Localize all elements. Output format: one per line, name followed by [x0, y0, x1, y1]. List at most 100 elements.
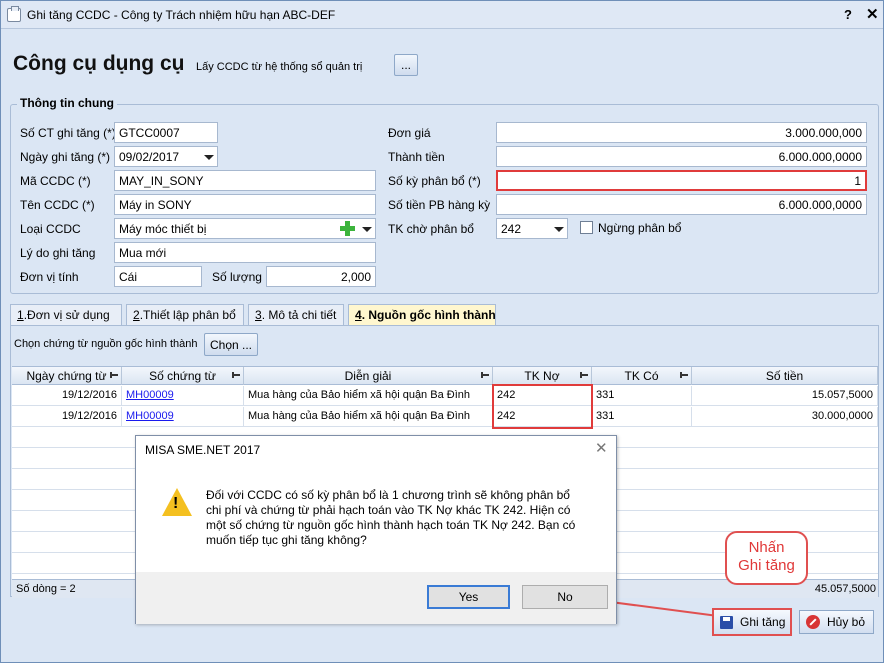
choose-origin-label: Chọn chứng từ nguồn gốc hình thành [14, 338, 198, 350]
tab-nguon-goc-hinh-thanh[interactable]: 4. Nguồn gốc hình thành [348, 304, 496, 326]
col-ngay-chung-tu-label: Ngày chứng từ [26, 369, 107, 383]
don-gia-input[interactable]: 3.000.000,000 [496, 122, 867, 143]
loai-ccdc-select[interactable]: Máy móc thiết bị [114, 218, 376, 239]
row-doc-cell: MH00009 [122, 386, 244, 406]
pin-icon[interactable] [680, 372, 688, 378]
general-info-title: Thông tin chung [17, 96, 117, 110]
grid-header: Ngày chứng từ Số chứng từ Diễn giải TK N… [12, 367, 878, 385]
calendar-dropdown-icon[interactable] [201, 148, 216, 165]
floppy-disk-icon [720, 616, 733, 629]
so-tien-pb-input[interactable]: 6.000.000,0000 [496, 194, 867, 215]
warning-icon: ! [162, 488, 192, 516]
no-button[interactable]: No [522, 585, 608, 609]
pin-icon[interactable] [481, 372, 489, 378]
so-ct-label: Số CT ghi tăng (*) [20, 126, 116, 140]
cancel-label: Hủy bỏ [827, 615, 866, 629]
tk-cho-phan-bo-select[interactable]: 242 [496, 218, 568, 239]
total-amount: 45.057,5000 [814, 583, 876, 595]
import-label: Lấy CCDC từ hệ thống sổ quản trị [196, 61, 363, 73]
so-ct-input[interactable]: GTCC0007 [114, 122, 218, 143]
tab-2-label: .Thiết lập phân bổ [139, 308, 236, 322]
ngung-phan-bo-checkbox[interactable] [580, 221, 593, 234]
don-vi-tinh-label: Đơn vị tính [20, 270, 79, 284]
table-row[interactable]: 19/12/2016 MH00009 Mua hàng của Bảo hiểm… [12, 386, 878, 406]
row-date: 19/12/2016 [12, 407, 122, 427]
pin-icon[interactable] [110, 372, 118, 378]
pin-icon[interactable] [232, 372, 240, 378]
thanh-tien-label: Thành tiền [388, 150, 445, 164]
pin-icon[interactable] [580, 372, 588, 378]
main-window: Ghi tăng CCDC - Công ty Trách nhiệm hữu … [0, 0, 884, 663]
row-desc: Mua hàng của Bảo hiểm xã hội quận Ba Đìn… [244, 386, 493, 406]
row-date: 19/12/2016 [12, 386, 122, 406]
confirm-dialog: MISA SME.NET 2017 ✕ ! Đối với CCDC có số… [135, 435, 617, 624]
add-icon[interactable] [340, 221, 355, 236]
tab-thiet-lap-phan-bo[interactable]: 2.Thiết lập phân bổ [126, 304, 244, 325]
row-count: Số dòng = 2 [16, 583, 76, 595]
dialog-button-bar: Yes No [136, 572, 616, 624]
ma-ccdc-input[interactable]: MAY_IN_SONY [114, 170, 376, 191]
chevron-down-icon[interactable] [359, 220, 374, 237]
dialog-title: MISA SME.NET 2017 [145, 443, 261, 457]
choose-origin-button[interactable]: Chọn ... [204, 333, 258, 356]
ly-do-label: Lý do ghi tăng [20, 246, 96, 260]
ngay-ghi-tang-input[interactable]: 09/02/2017 [114, 146, 218, 167]
don-gia-label: Đơn giá [388, 126, 431, 140]
col-dien-giai-label: Diễn giải [344, 369, 392, 383]
window-title: Ghi tăng CCDC - Công ty Trách nhiệm hữu … [27, 8, 336, 22]
col-so-chung-tu[interactable]: Số chứng từ [122, 367, 244, 385]
callout-line-2: Ghi tăng [738, 557, 795, 574]
so-luong-input[interactable]: 2,000 [266, 266, 376, 287]
so-ky-phan-bo-input[interactable]: 1 [496, 170, 867, 191]
ten-ccdc-input[interactable]: Máy in SONY [114, 194, 376, 215]
don-vi-tinh-input[interactable]: Cái [114, 266, 202, 287]
so-luong-label: Số lượng [212, 270, 262, 284]
tab-3-label: . Mô tả chi tiết [261, 308, 337, 322]
save-button[interactable]: Ghi tăng [712, 608, 792, 636]
col-dien-giai[interactable]: Diễn giải [244, 367, 493, 385]
dialog-message: Đối với CCDC có số kỳ phân bổ là 1 chươn… [206, 488, 576, 547]
ly-do-input[interactable]: Mua mới [114, 242, 376, 263]
app-icon [7, 6, 21, 22]
tab-don-vi-su-dung[interactable]: 1.Đơn vị sử dụng [10, 304, 122, 325]
ma-ccdc-label: Mã CCDC (*) [20, 174, 91, 188]
callout-note: Nhấn Ghi tăng [725, 531, 808, 585]
col-ngay-chung-tu[interactable]: Ngày chứng từ [12, 367, 122, 385]
col-so-tien[interactable]: Số tiền [692, 367, 878, 385]
table-row[interactable]: 19/12/2016 MH00009 Mua hàng của Bảo hiểm… [12, 407, 878, 427]
save-label: Ghi tăng [740, 615, 786, 629]
col-tk-co[interactable]: TK Có [592, 367, 692, 385]
tk-cho-phan-bo-label: TK chờ phân bổ [388, 222, 474, 236]
so-ky-phan-bo-label: Số kỳ phân bổ (*) [388, 174, 481, 188]
tab-1-number: 1 [17, 308, 24, 322]
chevron-down-icon[interactable] [551, 220, 566, 237]
tab-2-number: 2 [133, 308, 140, 322]
thanh-tien-input[interactable]: 6.000.000,0000 [496, 146, 867, 167]
yes-button[interactable]: Yes [427, 585, 510, 609]
title-bar: Ghi tăng CCDC - Công ty Trách nhiệm hữu … [1, 1, 883, 29]
loai-ccdc-value: Máy móc thiết bị [119, 222, 207, 236]
doc-link[interactable]: MH00009 [126, 410, 174, 422]
cancel-icon [806, 615, 820, 629]
row-amount: 15.057,5000 [692, 386, 878, 406]
dialog-close-button[interactable]: ✕ [595, 439, 608, 457]
loai-ccdc-label: Loại CCDC [20, 222, 81, 236]
ngay-ghi-tang-label: Ngày ghi tăng (*) [20, 150, 111, 164]
callout-line-1: Nhấn [748, 539, 785, 556]
row-desc: Mua hàng của Bảo hiểm xã hội quận Ba Đìn… [244, 407, 493, 427]
col-tk-no-label: TK Nợ [524, 369, 560, 383]
col-so-chung-tu-label: Số chứng từ [149, 369, 216, 383]
tk-cho-phan-bo-value: 242 [501, 222, 522, 236]
close-button[interactable]: ✕ [866, 5, 879, 23]
import-browse-button[interactable]: ... [394, 54, 418, 76]
col-tk-no[interactable]: TK Nợ [493, 367, 592, 385]
ngay-ghi-tang-value: 09/02/2017 [119, 150, 180, 164]
page-title: Công cụ dụng cụ [13, 52, 185, 75]
tab-4-number: 4 [355, 308, 362, 322]
tab-4-label: . Nguồn gốc hình thành [361, 308, 496, 322]
help-button[interactable]: ? [844, 7, 852, 22]
cancel-button[interactable]: Hủy bỏ [799, 610, 874, 634]
tab-mo-ta-chi-tiet[interactable]: 3. Mô tả chi tiết [248, 304, 344, 325]
row-doc-cell: MH00009 [122, 407, 244, 427]
doc-link[interactable]: MH00009 [126, 389, 174, 401]
